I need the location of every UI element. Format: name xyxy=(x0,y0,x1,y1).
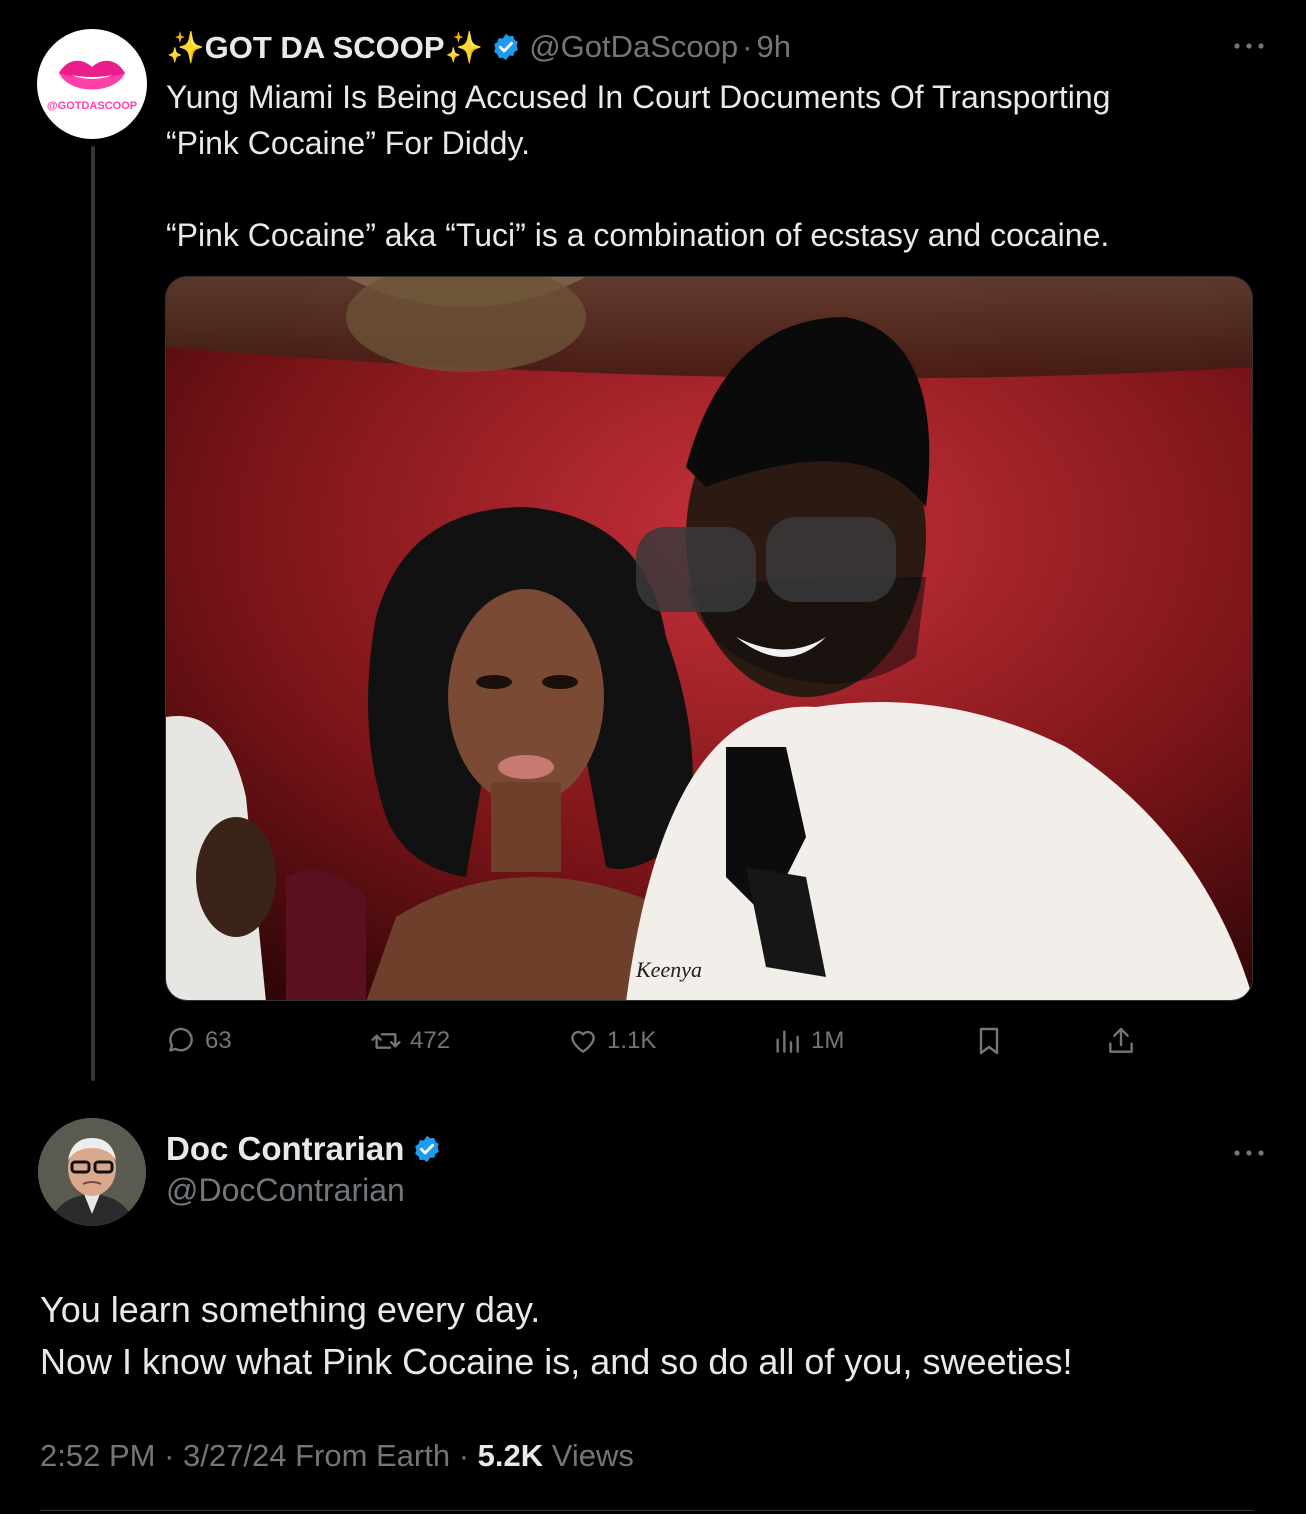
tweet1-text: Yung Miami Is Being Accused In Court Doc… xyxy=(166,74,1256,258)
thread-line xyxy=(91,146,95,1081)
author-name-text[interactable]: Doc Contrarian xyxy=(166,1130,404,1168)
repost-count: 472 xyxy=(410,1027,451,1054)
share-button[interactable] xyxy=(1105,1020,1145,1062)
author-handle-2[interactable]: @DocContrarian xyxy=(166,1172,405,1209)
reply-icon xyxy=(169,1027,193,1052)
share-icon xyxy=(1109,1027,1133,1053)
views-count: 5.2K xyxy=(477,1438,544,1473)
like-icon xyxy=(571,1030,595,1053)
tweet-time[interactable]: 2:52 PM xyxy=(40,1438,155,1473)
more-icon[interactable] xyxy=(1232,41,1266,51)
photo-image: Keenya xyxy=(166,277,1252,1000)
lips-logo-icon: @GOTDASCOOP xyxy=(47,60,137,112)
repost-button[interactable]: 472 xyxy=(370,1020,450,1062)
tweet1-header: ✨GOT DA SCOOP✨ @GotDaScoop · 9h xyxy=(166,25,791,69)
repost-icon xyxy=(371,1033,401,1049)
views-label: Views xyxy=(543,1438,634,1473)
meta-separator: · xyxy=(155,1438,184,1473)
verified-badge-icon xyxy=(415,1135,440,1163)
author-name[interactable]: ✨GOT DA SCOOP✨ xyxy=(166,29,483,66)
like-count: 1.1K xyxy=(607,1027,657,1054)
meta-separator: · xyxy=(450,1438,478,1473)
tweet-text-line: You learn something every day. xyxy=(40,1289,541,1330)
views-icon xyxy=(776,1030,799,1053)
tweet-time[interactable]: 9h xyxy=(756,29,790,65)
views-button[interactable]: 1M xyxy=(771,1020,844,1062)
tweet2-text: You learn something every day. Now I kno… xyxy=(40,1284,1073,1388)
time-separator: · xyxy=(742,29,753,64)
reply-button[interactable]: 63 xyxy=(165,1020,232,1062)
verified-badge-icon xyxy=(494,33,519,61)
views-count: 1M xyxy=(811,1027,845,1054)
avatar-logo-text: @GOTDASCOOP xyxy=(47,100,137,112)
author-handle[interactable]: @GotDaScoop xyxy=(529,29,738,65)
author-name-2[interactable]: Doc Contrarian xyxy=(166,1130,450,1168)
bookmark-icon xyxy=(979,1027,999,1055)
more-icon[interactable] xyxy=(1232,1148,1266,1158)
divider xyxy=(40,1510,1254,1511)
tweet-text-line: “Pink Cocaine” aka “Tuci” is a combinati… xyxy=(166,217,1110,253)
avatar-gotdascoop[interactable]: @GOTDASCOOP xyxy=(37,29,147,139)
tweet-text-line: Now I know what Pink Cocaine is, and so … xyxy=(40,1341,1073,1382)
tweet-date[interactable]: 3/27/24 xyxy=(183,1438,286,1473)
bookmark-button[interactable] xyxy=(973,1020,1013,1062)
tweet-media-photo[interactable]: Keenya xyxy=(165,276,1253,1001)
tweet-source: From Earth xyxy=(286,1438,451,1473)
avatar-doccontrarian[interactable] xyxy=(38,1118,146,1226)
tweet-text-line: “Pink Cocaine” For Diddy. xyxy=(166,125,530,161)
like-button[interactable]: 1.1K xyxy=(567,1020,656,1062)
tattoo-text: Keenya xyxy=(635,957,702,982)
tweet1-action-bar: 63 472 1.1K 1M xyxy=(165,1020,1255,1062)
tweet-meta: 2:52 PM · 3/27/24 From Earth · 5.2K View… xyxy=(40,1438,634,1474)
tweet-text-line: Yung Miami Is Being Accused In Court Doc… xyxy=(166,79,1111,115)
reply-count: 63 xyxy=(205,1027,232,1054)
avatar-photo-image xyxy=(38,1118,146,1226)
